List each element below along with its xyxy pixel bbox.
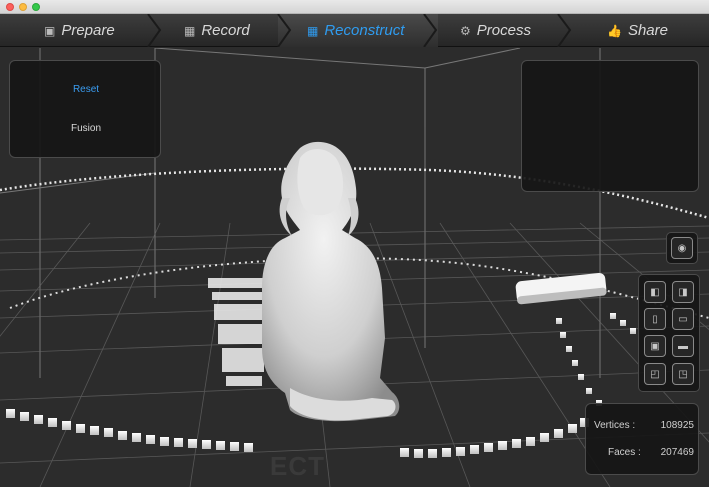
view-left-icon[interactable]: ◧ (644, 281, 666, 303)
minimize-window-button[interactable] (19, 3, 27, 11)
step-process-label: Process (476, 22, 531, 39)
step-prepare-label: Prepare (61, 22, 115, 39)
zoom-window-button[interactable] (32, 3, 40, 11)
step-prepare[interactable]: ▣ Prepare (44, 14, 115, 47)
view-toolbar: ◧ ◨ ▯ ▭ ▣ ▬ ◰ ◳ (638, 274, 700, 392)
scanned-model (262, 141, 400, 422)
vertices-label: Vertices : (594, 420, 636, 431)
view-iso-icon[interactable]: ◰ (644, 363, 666, 385)
step-record-label: Record (201, 22, 250, 39)
mesh-stats-panel: Vertices : 108925 Faces : 207469 (585, 403, 699, 475)
faces-label: Faces : (608, 447, 641, 458)
view-toolbar-top: ◉ (666, 232, 698, 264)
vertices-value: 108925 (660, 420, 694, 431)
reconstruct-film-icon: ▦ (307, 23, 319, 38)
mac-title-bar (0, 0, 709, 14)
thumbs-up-icon: 👍 (607, 23, 622, 38)
step-share-label: Share (627, 22, 668, 39)
record-film-icon: ▦ (184, 23, 196, 38)
watermark-text: ECT (270, 451, 325, 481)
prepare-icon: ▣ (44, 23, 56, 38)
fusion-button[interactable]: Fusion (10, 123, 162, 134)
view-front-icon[interactable]: ▯ (644, 308, 666, 330)
view-bottom-icon[interactable]: ▬ (672, 335, 694, 357)
partial-scan-cloud (208, 278, 266, 386)
gears-icon: ⚙ (460, 23, 471, 38)
step-reconstruct[interactable]: ▦ Reconstruct (307, 14, 404, 47)
step-share[interactable]: 👍 Share (607, 14, 668, 47)
view-top-icon[interactable]: ▣ (644, 335, 666, 357)
view-right-icon[interactable]: ◨ (672, 281, 694, 303)
preview-panel (521, 60, 699, 192)
close-window-button[interactable] (6, 3, 14, 11)
reconstruct-control-panel: Reset Fusion (9, 60, 161, 158)
vertices-row: Vertices : 108925 (594, 420, 694, 431)
camera-icon[interactable]: ◉ (671, 237, 693, 259)
fit-view-icon[interactable]: ◳ (672, 363, 694, 385)
view-back-icon[interactable]: ▭ (672, 308, 694, 330)
workflow-step-bar: ▣ Prepare ▦ Record ▦ Reconstruct ⚙ Proce… (0, 14, 709, 47)
reset-button[interactable]: Reset (10, 84, 162, 95)
step-record[interactable]: ▦ Record (184, 14, 250, 47)
step-reconstruct-label: Reconstruct (324, 22, 405, 39)
faces-row: Faces : 207469 (594, 447, 694, 458)
sensor-device (515, 272, 607, 305)
faces-value: 207469 (660, 447, 694, 458)
app-window: ▣ Prepare ▦ Record ▦ Reconstruct ⚙ Proce… (0, 0, 709, 487)
step-process[interactable]: ⚙ Process (460, 14, 531, 47)
